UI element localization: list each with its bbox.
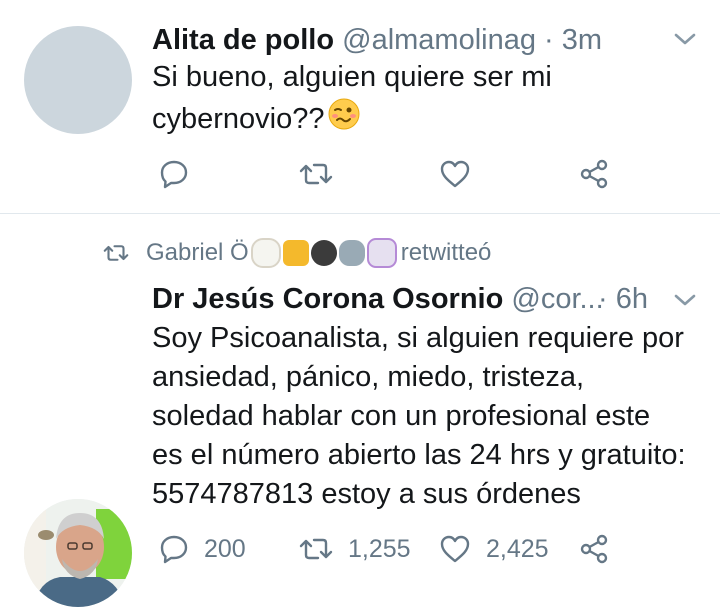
display-name[interactable]: Dr Jesús Corona Osornio xyxy=(152,283,503,315)
tweet-header: Dr Jesús Corona Osornio @cor... xyxy=(152,281,652,317)
retweet-label: retwitteó xyxy=(400,239,492,266)
timestamp[interactable]: 6h xyxy=(616,283,648,315)
reply-icon xyxy=(158,533,190,565)
reply-icon xyxy=(158,158,190,190)
heart-icon xyxy=(438,158,472,190)
gorilla-icon xyxy=(310,240,337,266)
tweet-text-line: ansiedad, pánico, miedo, tristeza, xyxy=(152,361,585,393)
elephant-icon xyxy=(338,240,365,266)
like-count: 2,425 xyxy=(486,534,549,563)
tweet-card[interactable]: Gabriel Ö retwitteó Dr Jesús Corona Osor… xyxy=(0,215,720,607)
retweet-icon xyxy=(102,241,130,265)
woozy-face-icon xyxy=(327,97,361,142)
tweet-text-line: es el número abierto las 24 hrs y gratui… xyxy=(152,439,686,471)
tweet-text-line-content: cybernovio?? xyxy=(152,103,325,135)
tweet-text-line: Si bueno, alguien quiere ser mi xyxy=(152,61,552,93)
avatar[interactable] xyxy=(24,499,132,607)
timestamp[interactable]: 3m xyxy=(562,24,602,56)
retweet-button[interactable]: 1,255 xyxy=(298,529,411,569)
tweet-text: Si bueno, alguien quiere ser mi cybernov… xyxy=(152,58,708,142)
chevron-down-icon[interactable] xyxy=(672,28,698,55)
reply-count: 200 xyxy=(204,534,246,563)
share-button[interactable] xyxy=(578,154,610,194)
share-button[interactable] xyxy=(578,529,610,569)
tweet-header: Alita de pollo @almamolinag · 3m xyxy=(152,22,602,58)
share-icon xyxy=(578,158,610,190)
retweet-icon xyxy=(298,158,334,190)
heart-icon xyxy=(438,533,472,565)
tweet-actions xyxy=(152,154,632,194)
retweet-context: Gabriel Ö retwitteó xyxy=(102,235,491,271)
separator: · xyxy=(598,283,608,315)
like-button[interactable]: 2,425 xyxy=(438,529,549,569)
separator: · xyxy=(544,24,554,56)
tweet-time: · 6h xyxy=(598,281,648,317)
tweet-text-line: Soy Psicoanalista, si alguien requiere p… xyxy=(152,322,684,354)
username[interactable]: @cor... xyxy=(511,283,603,315)
retweeter-name-emojis xyxy=(250,238,397,268)
retweeter-name[interactable]: Gabriel Ö xyxy=(146,239,249,267)
unicorn-icon xyxy=(366,238,397,268)
giraffe-icon xyxy=(282,240,309,266)
display-name[interactable]: Alita de pollo xyxy=(152,24,334,56)
retweet-count: 1,255 xyxy=(348,534,411,563)
retweet-icon xyxy=(298,533,334,565)
avatar[interactable] xyxy=(24,26,132,134)
retweet-button[interactable] xyxy=(298,154,334,194)
like-button[interactable] xyxy=(438,154,472,194)
tweet-text-line: 5574787813 estoy a sus órdenes xyxy=(152,478,581,510)
tweet-text-line: cybernovio?? xyxy=(152,97,708,142)
chevron-down-icon[interactable] xyxy=(672,289,698,316)
username[interactable]: @almamolinag xyxy=(342,24,536,56)
reply-button[interactable] xyxy=(158,154,190,194)
tweet-actions: 200 1,255 2,425 xyxy=(152,529,632,569)
tweet-divider xyxy=(0,213,720,214)
share-icon xyxy=(578,533,610,565)
sheep-icon xyxy=(250,238,281,268)
tweet-text: Soy Psicoanalista, si alguien requiere p… xyxy=(152,319,708,514)
tweet-card[interactable]: Alita de pollo @almamolinag · 3m Si buen… xyxy=(0,0,720,214)
reply-button[interactable]: 200 xyxy=(158,529,246,569)
tweet-text-line: soledad hablar con un profesional este xyxy=(152,400,651,432)
